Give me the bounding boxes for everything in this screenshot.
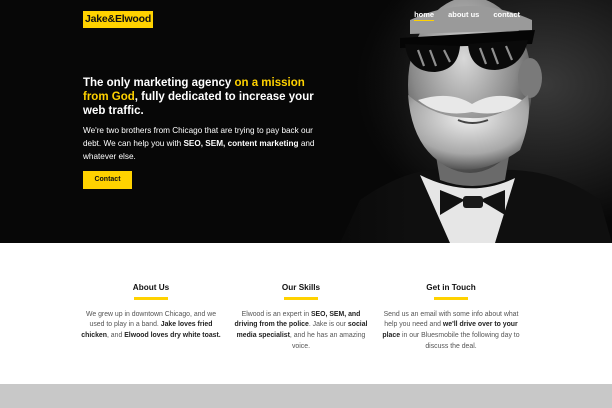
contact-button[interactable]: Contact [83,171,132,189]
nav-item-home[interactable]: home [414,10,435,21]
feature-title: Our Skills [281,283,321,292]
feature-text-segment: , and [106,332,125,340]
features-section: About Us We grew up in downtown Chicago,… [0,243,612,384]
footer-bar [0,384,612,408]
feature-text-segment: . Jake is our [308,321,348,329]
feature-text-segment: in our Bluesmobile the following day to … [400,332,520,350]
feature-text-bold: Elwood loves dry white toast. [124,332,221,340]
title-underline [284,297,318,300]
nav-item-about-us[interactable]: about us [448,10,479,21]
feature-get-in-touch: Get in Touch Send us an email with some … [381,283,521,353]
hero-headline: The only marketing agency on a mission f… [83,76,323,118]
hero-intro: We're two brothers from Chicago that are… [83,125,323,163]
feature-title: Get in Touch [426,283,476,292]
main-nav: home about us contact [414,10,520,21]
title-underline [434,297,468,300]
title-underline [134,297,168,300]
hero-portrait-image [300,0,612,243]
hero-section: Jake&Elwood home about us contact The on… [0,0,612,243]
headline-text-start: The only marketing agency [83,77,235,89]
feature-about-us: About Us We grew up in downtown Chicago,… [81,283,221,342]
feature-text-segment: , and he has an amazing voice. [289,332,366,350]
brand-logo[interactable]: Jake&Elwood [83,11,154,28]
feature-text: Send us an email with some info about wh… [381,310,521,353]
feature-text: We grew up in downtown Chicago, and we u… [81,310,221,342]
feature-title: About Us [132,283,170,292]
feature-text: Elwood is an expert in SEO, SEM, and dri… [231,310,371,353]
intro-bold: SEO, SEM, content marketing [183,138,299,148]
nav-item-contact[interactable]: contact [493,10,520,21]
feature-text-segment: Elwood is an expert in [241,310,311,318]
feature-our-skills: Our Skills Elwood is an expert in SEO, S… [231,283,371,353]
